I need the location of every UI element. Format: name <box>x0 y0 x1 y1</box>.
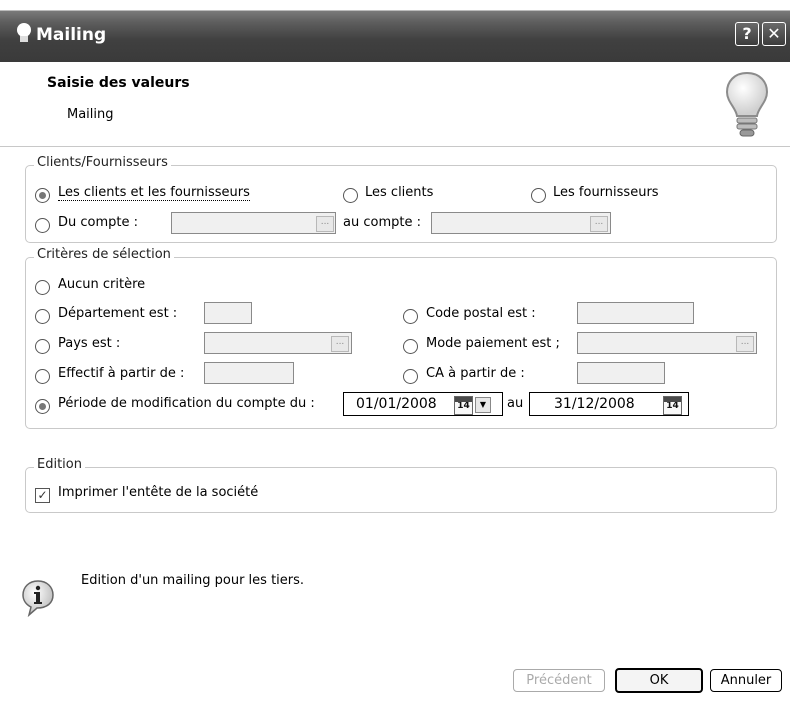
help-button[interactable]: ? <box>735 22 759 46</box>
radio-label[interactable]: Les clients et les fournisseurs <box>58 185 250 201</box>
calendar-icon[interactable]: 14 <box>454 396 473 415</box>
date-to-value: 31/12/2008 <box>554 396 635 412</box>
date-from-value: 01/01/2008 <box>356 396 437 412</box>
ok-button[interactable]: OK <box>615 668 703 693</box>
previous-button[interactable]: Précédent <box>513 669 605 692</box>
browse-icon[interactable]: ... <box>736 336 754 352</box>
browse-icon[interactable]: ... <box>316 216 334 232</box>
radio-code-postal[interactable] <box>403 309 418 324</box>
print-header-checkbox[interactable]: ✓ <box>35 488 50 503</box>
browse-icon[interactable]: ... <box>590 216 608 232</box>
info-icon <box>22 580 54 617</box>
chevron-down-icon[interactable]: ▼ <box>475 397 491 413</box>
radio-label[interactable]: Les fournisseurs <box>553 185 659 200</box>
window-titlebar: Mailing ? ✕ <box>0 0 790 62</box>
radio-fournisseurs[interactable] <box>531 188 546 203</box>
group-legend: Clients/Fournisseurs <box>34 155 171 170</box>
radio-periode-modification[interactable] <box>35 399 50 414</box>
date-to-label: au <box>507 396 524 411</box>
close-button[interactable]: ✕ <box>762 22 786 46</box>
radio-effectif[interactable] <box>35 369 50 384</box>
checkbox-label[interactable]: Imprimer l'entête de la société <box>58 485 258 500</box>
dialog-body: Clients/Fournisseurs Les clients et les … <box>0 147 790 701</box>
radio-du-compte[interactable] <box>35 218 50 233</box>
page-subtitle: Mailing <box>67 107 114 122</box>
calendar-icon[interactable]: 14 <box>663 396 682 415</box>
effectif-field[interactable] <box>204 362 294 384</box>
ca-field[interactable] <box>577 362 665 384</box>
lightbulb-icon <box>17 23 31 42</box>
radio-aucun-critere[interactable] <box>35 280 50 295</box>
departement-field[interactable] <box>204 302 252 324</box>
code-postal-field[interactable] <box>577 302 694 324</box>
radio-label[interactable]: Département est : <box>58 306 177 321</box>
radio-label[interactable]: Période de modification du compte du : <box>58 396 315 411</box>
radio-departement[interactable] <box>35 309 50 324</box>
au-compte-field[interactable]: ... <box>431 212 611 234</box>
radio-label[interactable]: Mode paiement est ; <box>426 336 560 351</box>
group-legend: Critères de sélection <box>34 247 174 262</box>
radio-label[interactable]: CA à partir de : <box>426 366 525 381</box>
cancel-button[interactable]: Annuler <box>710 669 782 692</box>
radio-clients[interactable] <box>343 188 358 203</box>
radio-label[interactable]: Pays est : <box>58 336 120 351</box>
page-title: Saisie des valeurs <box>47 75 190 91</box>
group-clients-fournisseurs <box>25 165 777 243</box>
info-message: Edition d'un mailing pour les tiers. <box>81 573 305 588</box>
radio-label[interactable]: Effectif à partir de : <box>58 366 184 381</box>
date-from-field[interactable]: 01/01/2008 14 ▼ <box>343 392 503 416</box>
dialog-header: Saisie des valeurs Mailing <box>0 62 790 147</box>
group-legend: Edition <box>34 457 85 472</box>
radio-mode-paiement[interactable] <box>403 339 418 354</box>
browse-icon[interactable]: ... <box>331 336 349 352</box>
radio-pays[interactable] <box>35 339 50 354</box>
radio-label[interactable]: Aucun critère <box>58 277 145 292</box>
radio-label[interactable]: Du compte : <box>58 215 138 230</box>
radio-clients-et-fournisseurs[interactable] <box>35 188 50 203</box>
mode-paiement-field[interactable]: ... <box>577 332 757 354</box>
window-title: Mailing <box>36 25 107 45</box>
radio-label[interactable]: Code postal est : <box>426 306 536 321</box>
date-to-field[interactable]: 31/12/2008 14 <box>529 392 689 416</box>
au-compte-label: au compte : <box>343 215 421 230</box>
pays-field[interactable]: ... <box>204 332 352 354</box>
du-compte-field[interactable]: ... <box>171 212 336 234</box>
radio-label[interactable]: Les clients <box>365 185 433 200</box>
lightbulb-icon <box>725 71 769 137</box>
radio-ca[interactable] <box>403 369 418 384</box>
